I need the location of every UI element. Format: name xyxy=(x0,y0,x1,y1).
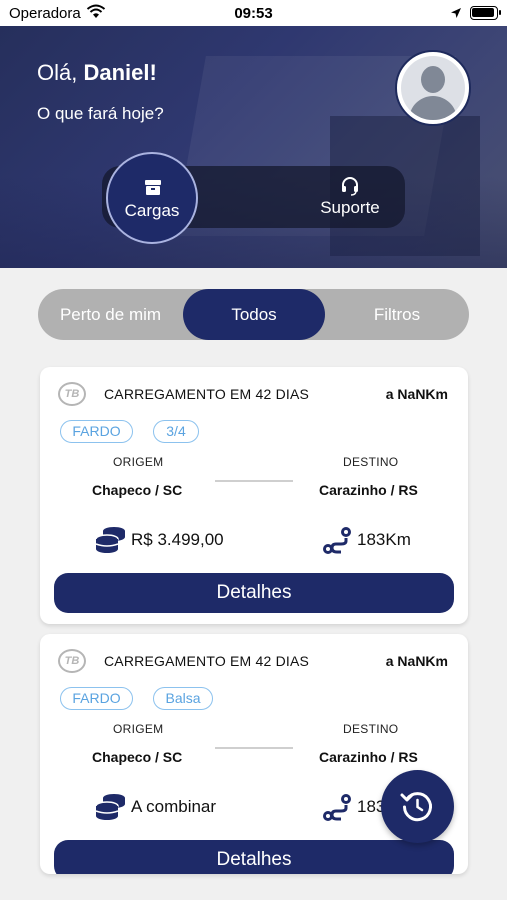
company-logo: TB xyxy=(58,649,86,673)
coins-icon xyxy=(95,792,127,827)
tag-cargo-type: FARDO xyxy=(60,420,133,443)
origin-city: Chapeco / SC xyxy=(92,482,183,498)
mode-suporte-label: Suporte xyxy=(320,198,380,217)
location-arrow-icon xyxy=(450,6,462,23)
greeting-subtitle: O que fará hoje? xyxy=(37,104,164,123)
tag-vehicle: 3/4 xyxy=(153,420,199,443)
origin-city: Chapeco / SC xyxy=(92,749,183,765)
load-title: CARREGAMENTO EM 42 DIAS xyxy=(104,653,310,669)
tab-perto-de-mim[interactable]: Perto de mim xyxy=(38,289,183,340)
load-card[interactable]: TB CARREGAMENTO EM 42 DIAS a NaNKm FARDO… xyxy=(40,367,468,624)
origin-label: ORIGEM xyxy=(113,722,164,736)
freight-price: A combinar xyxy=(131,797,217,816)
avatar-placeholder-icon xyxy=(401,56,465,120)
destination-label: DESTINO xyxy=(343,455,399,469)
details-button[interactable]: Detalhes xyxy=(54,573,454,613)
avatar[interactable] xyxy=(395,50,471,126)
mode-cargas-button[interactable]: Cargas xyxy=(106,152,198,244)
route-distance: 183Km xyxy=(357,530,411,549)
greeting: Olá, Daniel! xyxy=(37,60,157,86)
route-divider xyxy=(215,480,293,482)
load-distance: a NaNKm xyxy=(385,386,448,402)
greeting-prefix: Olá, xyxy=(37,60,84,85)
origin-label: ORIGEM xyxy=(113,455,164,469)
tab-filtros[interactable]: Filtros xyxy=(325,289,469,340)
tab-todos[interactable]: Todos xyxy=(183,289,325,340)
mode-cargas-label: Cargas xyxy=(124,201,180,220)
company-logo: TB xyxy=(58,382,86,406)
details-button[interactable]: Detalhes xyxy=(54,840,454,874)
load-title: CARREGAMENTO EM 42 DIAS xyxy=(104,386,310,402)
battery-icon xyxy=(470,6,501,20)
route-icon xyxy=(321,525,353,562)
box-icon xyxy=(144,178,162,201)
header: Olá, Daniel! O que fará hoje? Cargas Sup… xyxy=(0,26,507,268)
freight-price: R$ 3.499,00 xyxy=(131,530,224,549)
destination-city: Carazinho / RS xyxy=(319,482,418,498)
coins-icon xyxy=(95,525,127,560)
tag-cargo-type: FARDO xyxy=(60,687,133,710)
filter-segmented-control: Perto de mim Todos Filtros xyxy=(38,289,469,340)
user-name: Daniel! xyxy=(83,60,157,85)
refresh-icon xyxy=(400,792,432,822)
tag-vehicle: Balsa xyxy=(153,687,213,710)
route-divider xyxy=(215,747,293,749)
status-bar: Operadora 09:53 xyxy=(0,0,507,26)
route-icon xyxy=(321,792,353,829)
avatar-head xyxy=(421,66,445,93)
avatar-body xyxy=(409,96,457,120)
mode-suporte-button[interactable]: Suporte xyxy=(300,176,400,222)
refresh-button[interactable] xyxy=(381,770,454,843)
clock: 09:53 xyxy=(234,5,273,22)
load-distance: a NaNKm xyxy=(385,653,448,669)
destination-city: Carazinho / RS xyxy=(319,749,418,765)
destination-label: DESTINO xyxy=(343,722,399,736)
